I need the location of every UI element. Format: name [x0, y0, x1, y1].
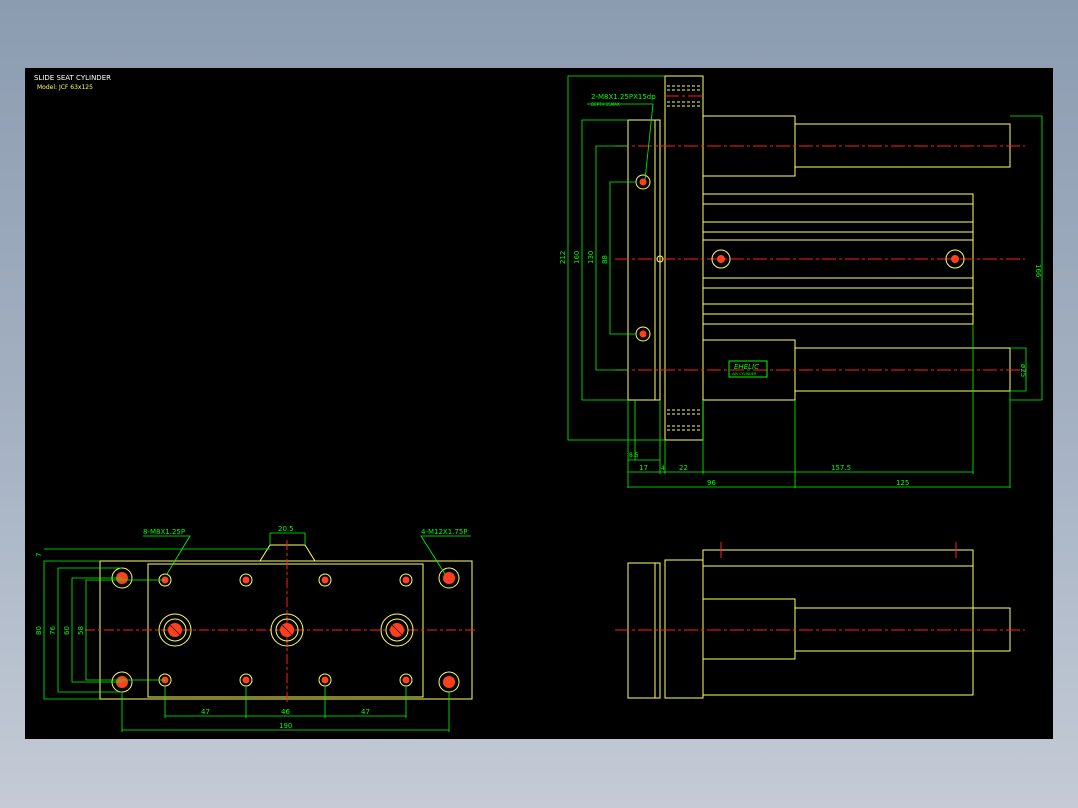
- cad-drawing: SLIDE SEAT CYLINDER Model: JCF 63x125 EH…: [34, 74, 1043, 732]
- callout-large-holes: 4-M12X1.75P: [421, 528, 468, 536]
- callout-small-holes: 8-M8X1.25P: [143, 528, 185, 536]
- drawing-title: SLIDE SEAT CYLINDER: [34, 74, 111, 82]
- dim-height-58: 58: [77, 626, 85, 635]
- dim-height-60: 60: [63, 626, 71, 635]
- dim-hole-span: 88: [601, 255, 609, 264]
- side-column: [664, 559, 704, 699]
- front-dimensions: [567, 75, 1043, 488]
- dim-stroke: 125: [896, 479, 909, 487]
- front-holes: [635, 174, 965, 342]
- dim-spacing-mid: 46: [281, 708, 290, 716]
- column-hidden-lines: [667, 85, 701, 431]
- hole-core-icon: [639, 178, 647, 186]
- brand-logo-text: EHELIC: [734, 363, 759, 371]
- dim-rod-diameter: ø25: [1019, 364, 1027, 377]
- front-centerlines: [615, 95, 1025, 371]
- end-plate-column: [664, 75, 704, 441]
- dim-mount-span: 130: [587, 251, 595, 264]
- bottom-view: [99, 544, 473, 700]
- side-view: [627, 549, 1011, 699]
- dim-overall-height: 212: [559, 251, 567, 264]
- dim-height-76: 76: [49, 626, 57, 635]
- hole-core-icon: [639, 330, 647, 338]
- callout-tapped-top-sub: DEPTH 15MAX: [591, 102, 620, 107]
- dim-top-width: 20.5: [278, 525, 294, 533]
- side-body: [702, 549, 974, 696]
- dim-body: 22: [679, 464, 688, 472]
- dim-height-80: 80: [35, 626, 43, 635]
- side-centerlines: [615, 542, 1025, 631]
- bottom-holes: [111, 567, 460, 693]
- dim-stroke-total: 157.5: [831, 464, 851, 472]
- side-rod-housing: [702, 598, 796, 660]
- dim-base: 96: [707, 479, 716, 487]
- dim-gap: 4: [661, 465, 665, 472]
- dim-total: 190: [279, 722, 292, 730]
- drawing-model: Model: JCF 63x125: [37, 84, 93, 91]
- brand-logo: EHELIC AIR CYLINDER: [728, 360, 768, 378]
- bottom-dimensions: [43, 532, 471, 732]
- dim-spacing-left: 47: [201, 708, 210, 716]
- dim-plate: 17: [639, 464, 648, 472]
- port-core-icon: [951, 255, 959, 263]
- dim-rail-span: 160: [573, 251, 581, 264]
- dim-spacing-right: 47: [361, 708, 370, 716]
- brand-logo-sub: AIR CYLINDER: [732, 372, 757, 376]
- callout-tapped-top: 2-M8X1.25PX15dp: [591, 93, 656, 101]
- dim-right-height: 166: [1034, 264, 1042, 278]
- port-core-icon: [717, 255, 725, 263]
- dim-top-offset: 7: [35, 553, 43, 557]
- drawing-canvas: SLIDE SEAT CYLINDER Model: JCF 63x125 EH…: [25, 68, 1053, 739]
- dim-offset: 8.5: [629, 452, 639, 459]
